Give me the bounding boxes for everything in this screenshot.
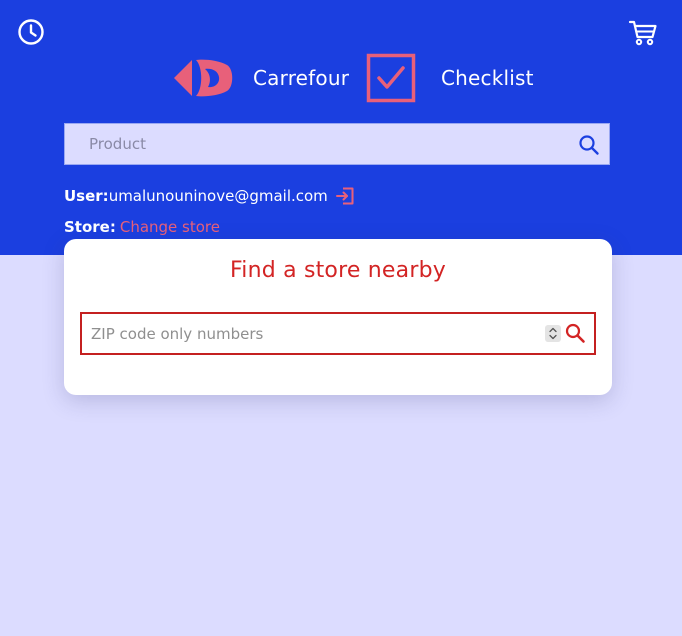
clock-icon	[18, 19, 44, 45]
checklist-logo-icon	[366, 53, 416, 103]
app-name: Checklist	[441, 66, 534, 90]
zip-search-box	[80, 312, 596, 355]
zip-stepper[interactable]	[545, 325, 561, 342]
product-search-bar	[64, 123, 610, 165]
brand-name: Carrefour	[253, 66, 350, 90]
app-header: Carrefour Checklist User:umalunouninove@…	[0, 0, 682, 255]
search-icon	[579, 135, 599, 155]
user-info: User: umalunouninove@gmail.com	[64, 185, 356, 207]
carrefour-logo-icon	[174, 59, 233, 97]
store-info: Store: Change store	[64, 217, 220, 237]
product-search-button[interactable]	[577, 133, 601, 157]
logout-icon	[335, 187, 354, 205]
stepper-arrows-icon	[549, 327, 557, 340]
history-button[interactable]	[16, 17, 46, 47]
logout-button[interactable]	[334, 185, 356, 207]
change-store-link[interactable]: Change store	[120, 218, 220, 236]
modal-title: Find a store nearby	[230, 258, 446, 283]
user-label: User:	[64, 187, 109, 205]
cart-icon	[628, 20, 657, 46]
user-email: umalunouninove@gmail.com	[108, 187, 328, 205]
search-icon	[565, 323, 585, 343]
product-search-input[interactable]	[65, 124, 565, 164]
store-label: Store:	[64, 218, 116, 236]
brand-row: Carrefour Checklist	[0, 52, 682, 104]
cart-button[interactable]	[627, 17, 659, 47]
find-store-modal: Find a store nearby	[64, 239, 612, 395]
zip-search-button[interactable]	[564, 322, 586, 344]
zip-code-input[interactable]	[82, 314, 540, 353]
